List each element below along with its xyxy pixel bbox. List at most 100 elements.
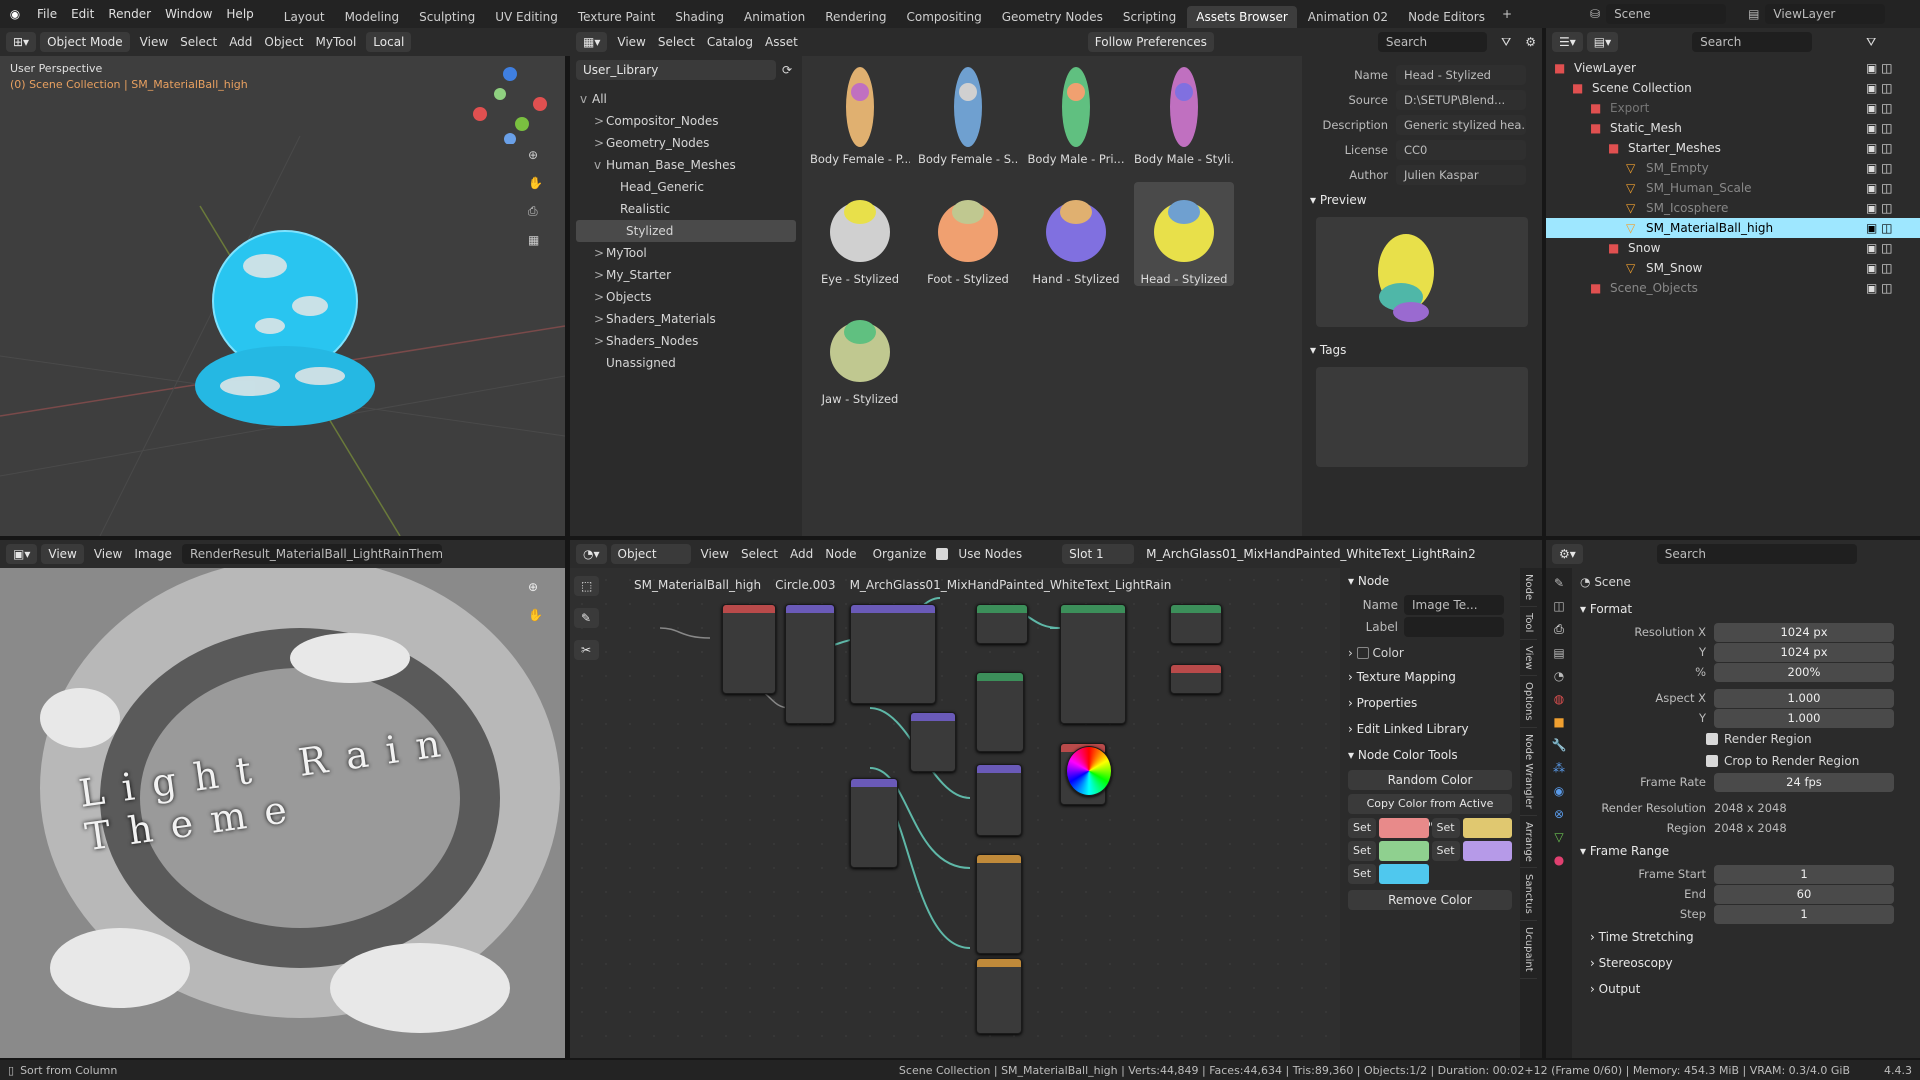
meta-author-field[interactable]: Julien Kaspar [1396, 164, 1526, 185]
property-value[interactable]: 1 [1714, 864, 1894, 884]
visibility-toggle-icon[interactable]: ▣ ◫ [1866, 181, 1893, 195]
stereo-header[interactable]: › Stereoscopy [1572, 950, 1920, 976]
time_stretch-header[interactable]: › Time Stretching [1572, 924, 1920, 950]
navigation-gizmo[interactable] [470, 64, 550, 144]
visibility-toggle-icon[interactable]: ▣ ◫ [1866, 141, 1893, 155]
object-mode-dropdown[interactable]: Object Mode [40, 32, 130, 52]
asset-item[interactable]: Body Female - P... [810, 62, 910, 166]
catalog-item[interactable]: Head_Generic [570, 176, 802, 198]
node-label-field[interactable] [1404, 617, 1504, 637]
expand-arrow-icon[interactable]: > [594, 136, 606, 150]
settings-gear-icon[interactable]: ⚙ [1525, 35, 1536, 49]
property-value[interactable]: 1 [1714, 904, 1894, 924]
object-tab-icon[interactable]: ■ [1553, 715, 1564, 729]
menu-object[interactable]: Object [258, 35, 309, 49]
sidebar-tab[interactable]: View [1520, 640, 1537, 677]
workspace-tab[interactable]: UV Editing [486, 6, 567, 28]
shader-node[interactable] [976, 854, 1022, 954]
outliner-item[interactable]: ■ Snow ▣ ◫ [1546, 238, 1920, 258]
sidebar-tab[interactable]: Arrange [1520, 816, 1537, 869]
visibility-toggle-icon[interactable]: ▣ ◫ [1866, 221, 1893, 235]
sidebar-tab[interactable]: Ucupaint [1520, 921, 1537, 979]
meta-license-field[interactable]: CC0 [1396, 139, 1526, 160]
menu-edit[interactable]: Edit [64, 7, 101, 21]
ortho-grid-icon[interactable]: ▦ [528, 233, 543, 247]
color-swatch[interactable] [1379, 818, 1429, 838]
section-1-header[interactable]: › Properties [1340, 690, 1520, 716]
shader-node[interactable] [785, 604, 835, 724]
expand-arrow-icon[interactable]: > [594, 114, 606, 128]
catalog-item[interactable]: Realistic [570, 198, 802, 220]
sidebar-tab[interactable]: Node Wrangler [1520, 728, 1537, 816]
image-name-field[interactable]: RenderResult_MaterialBall_LightRainTheme… [181, 544, 442, 564]
set-color-button[interactable]: Set [1431, 818, 1460, 838]
expand-arrow-icon[interactable]: > [594, 246, 606, 260]
outliner-item[interactable]: ■ Scene_Objects ▣ ◫ [1546, 278, 1920, 298]
menu-view[interactable]: View [611, 35, 651, 49]
visibility-toggle-icon[interactable]: ▣ ◫ [1866, 101, 1893, 115]
visibility-toggle-icon[interactable]: ▣ ◫ [1866, 241, 1893, 255]
scene-field[interactable]: Scene [1606, 4, 1727, 24]
pan-hand-icon[interactable]: ✋ [528, 176, 543, 190]
catalog-item[interactable]: > Shaders_Materials [570, 308, 802, 330]
section-2-header[interactable]: › Edit Linked Library [1340, 716, 1520, 742]
menu-select[interactable]: Select [735, 547, 784, 561]
asset-item[interactable]: Body Male - Pri... [1026, 62, 1126, 166]
pan-hand-icon[interactable]: ✋ [528, 608, 543, 622]
visibility-toggle-icon[interactable]: ▣ ◫ [1866, 81, 1893, 95]
copy-color-button[interactable]: Copy Color from Active Node [1348, 794, 1512, 830]
property-value[interactable]: 60 [1714, 884, 1894, 904]
sidebar-tab[interactable]: Options [1520, 676, 1537, 728]
expand-arrow-icon[interactable]: > [594, 312, 606, 326]
meta-source-field[interactable]: D:\SETUP\Blend... [1396, 89, 1526, 110]
catalog-item[interactable]: v Human_Base_Meshes [570, 154, 802, 176]
color-expand-icon[interactable]: › [1348, 646, 1353, 660]
set-color-button[interactable]: Set [1348, 841, 1377, 861]
outliner-item[interactable]: ■ Scene Collection ▣ ◫ [1546, 78, 1920, 98]
asset-search-input[interactable]: Search [1377, 32, 1488, 52]
use-nodes-checkbox[interactable] [936, 548, 949, 560]
shader-node[interactable] [850, 778, 898, 868]
visibility-toggle-icon[interactable]: ▣ ◫ [1866, 261, 1893, 275]
menu-node[interactable]: Node [819, 547, 862, 561]
workspace-tab[interactable]: Compositing [897, 6, 990, 28]
render-result-image[interactable]: Light Rain Theme ⊕ ✋ [0, 568, 565, 1058]
blender-logo-icon[interactable]: ◉ [0, 7, 30, 21]
visibility-toggle-icon[interactable]: ▣ ◫ [1866, 121, 1893, 135]
workspace-tab[interactable]: Texture Paint [569, 6, 664, 28]
shader-node[interactable] [722, 604, 776, 694]
section-0-header[interactable]: › Texture Mapping [1340, 664, 1520, 690]
catalog-item[interactable]: > MyTool [570, 242, 802, 264]
property-value[interactable]: 1.000 [1714, 688, 1894, 708]
color-swatch[interactable] [1462, 818, 1512, 838]
asset-item[interactable]: Body Male - Styli... [1134, 62, 1234, 166]
display-mode-dropdown[interactable]: ▤▾ [1586, 32, 1619, 52]
orientation-dropdown[interactable]: Local [366, 32, 412, 52]
outliner-item[interactable]: ▽ SM_Snow ▣ ◫ [1546, 258, 1920, 278]
visibility-toggle-icon[interactable]: ▣ ◫ [1866, 61, 1893, 75]
slot-dropdown[interactable]: Slot 1 [1062, 544, 1135, 564]
color-swatch[interactable] [1379, 841, 1429, 861]
shader-node[interactable] [976, 604, 1028, 644]
menu-add[interactable]: Add [223, 35, 258, 49]
tool-tab-icon[interactable]: ✎ [1554, 576, 1564, 590]
menu-image[interactable]: Image [128, 547, 178, 561]
catalog-item[interactable]: > Compositor_Nodes [570, 110, 802, 132]
modifier-tab-icon[interactable]: 🔧 [1552, 738, 1567, 752]
outliner-item[interactable]: ▽ SM_Empty ▣ ◫ [1546, 158, 1920, 178]
workspace-tab[interactable]: Scripting [1114, 6, 1185, 28]
outliner-item[interactable]: ▽ SM_Human_Scale ▣ ◫ [1546, 178, 1920, 198]
asset-item[interactable]: Eye - Stylized [810, 182, 910, 286]
catalog-item[interactable]: Unassigned [570, 352, 802, 374]
menu-view[interactable]: View [695, 547, 735, 561]
shader-node[interactable] [976, 958, 1022, 1034]
set-color-swatch[interactable]: Set [1348, 818, 1429, 838]
workspace-tab[interactable]: Shading [666, 6, 733, 28]
sidebar-tab[interactable]: Sanctus [1520, 868, 1537, 922]
checkbox[interactable] [1706, 733, 1718, 745]
3d-viewport[interactable]: User Perspective (0) Scene Collection | … [0, 56, 565, 536]
checkbox-row[interactable]: Render Region [1572, 728, 1920, 750]
sidebar-tab[interactable]: Node [1520, 568, 1537, 608]
menu-view[interactable]: View [88, 547, 128, 561]
random-color-button[interactable]: Random Color [1348, 770, 1512, 790]
